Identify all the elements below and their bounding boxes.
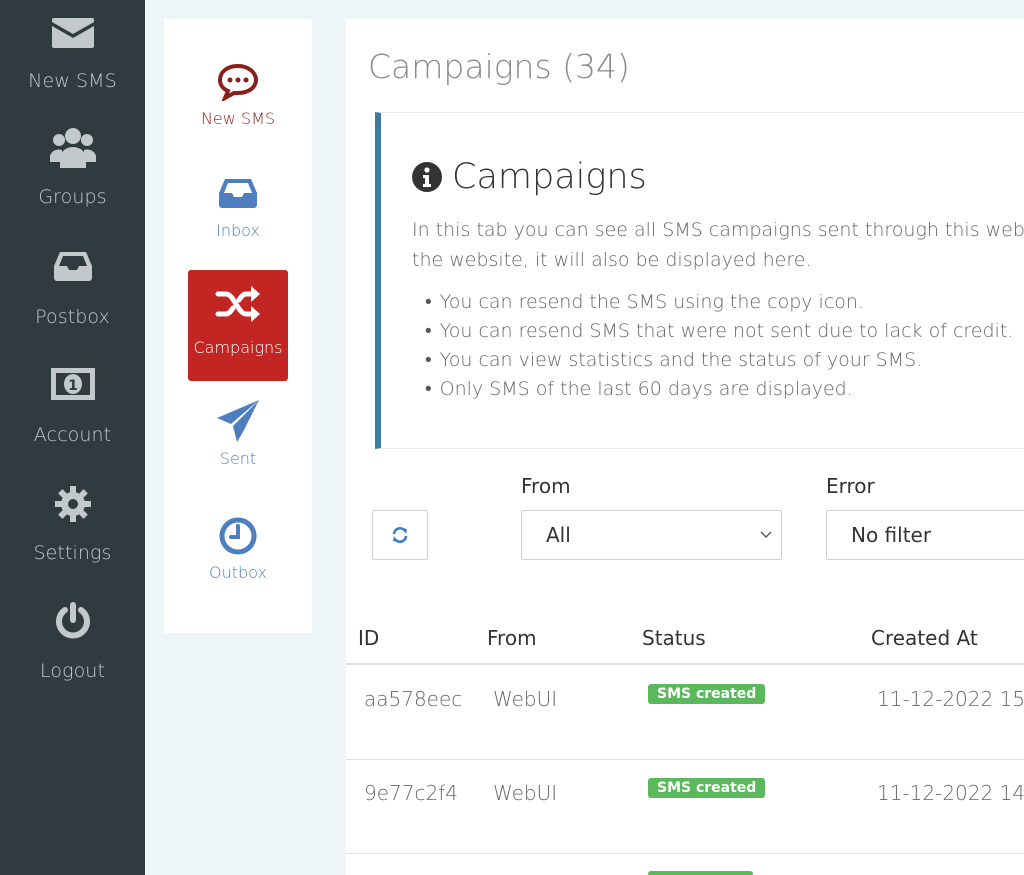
envelope-icon — [51, 18, 94, 48]
chevron-down-icon — [760, 531, 772, 538]
from-filter-value: All — [546, 523, 571, 547]
cell-id: 9e77c2f4 — [364, 781, 458, 805]
subnav-item-label: New SMS — [200, 109, 276, 128]
subnav-item-label: Inbox — [216, 221, 260, 240]
sidebar-item-settings[interactable]: Settings — [0, 486, 145, 564]
sidebar-item-label: Logout — [40, 660, 105, 682]
callout-title: Campaigns — [452, 157, 647, 197]
subnav-item-label: Sent — [219, 449, 257, 468]
list-item: You can resend the SMS using the copy ic… — [425, 288, 1013, 317]
cell-from: WebUI — [493, 781, 558, 805]
callout-bullet-list: You can resend the SMS using the copy ic… — [425, 288, 1014, 404]
from-filter-select[interactable]: All — [521, 510, 782, 560]
subnav-item-campaigns[interactable]: Campaigns — [188, 270, 288, 381]
sidebar-item-groups[interactable]: Groups — [0, 126, 145, 208]
messages-subnav: New SMS Inbox Campaigns Sent Outbox — [164, 19, 312, 633]
refresh-icon — [392, 527, 408, 543]
svg-text:1: 1 — [68, 378, 78, 394]
error-filter-label: Error — [826, 474, 875, 498]
list-item: You can view statistics and the status o… — [425, 346, 1013, 375]
column-header-status[interactable]: Status — [642, 626, 706, 650]
row-divider — [346, 759, 1024, 760]
row-divider — [346, 853, 1024, 854]
sidebar-item-label: Postbox — [35, 306, 110, 328]
money-icon: 1 — [50, 368, 95, 400]
campaigns-info-callout: Campaigns In this tab you can see all SM… — [375, 112, 1024, 449]
subnav-item-sent[interactable]: Sent — [188, 399, 288, 468]
page-title: Campaigns (34) — [368, 47, 630, 86]
callout-description-line: the website, it will also be displayed h… — [412, 249, 812, 271]
sidebar-item-logout[interactable]: Logout — [0, 602, 145, 682]
status-badge-partial — [648, 871, 753, 875]
list-item: You can resend SMS that were not sent du… — [425, 317, 1014, 346]
sidebar-item-label: Settings — [33, 542, 112, 564]
callout-heading: Campaigns — [412, 157, 647, 197]
cell-created-at: 11-12-2022 14:4 — [877, 781, 1024, 805]
sidebar-item-label: Groups — [38, 186, 107, 208]
callout-description: In this tab you can see all SMS campaign… — [412, 215, 1024, 275]
cell-id: aa578eec — [364, 687, 463, 711]
from-filter-label: From — [521, 474, 571, 498]
cell-from: WebUI — [493, 687, 558, 711]
error-filter-value: No filter — [851, 523, 932, 547]
gear-icon — [54, 486, 91, 522]
list-item: Only SMS of the last 60 days are display… — [425, 375, 1013, 404]
refresh-button[interactable] — [372, 510, 428, 560]
inbox-icon — [53, 252, 92, 281]
sidebar-item-new-sms[interactable]: New SMS — [0, 14, 145, 92]
inbox-icon — [219, 179, 257, 208]
clock-icon — [219, 517, 257, 555]
shuffle-icon — [215, 286, 260, 322]
column-header-id[interactable]: ID — [358, 626, 379, 650]
users-icon — [49, 128, 96, 168]
paper-plane-icon — [217, 400, 259, 442]
error-filter-select[interactable]: No filter — [826, 510, 1024, 560]
subnav-item-label: Outbox — [209, 563, 267, 582]
subnav-item-new-sms[interactable]: New SMS — [188, 63, 288, 128]
main-sidebar: New SMS Groups Postbox 1 Account Setting… — [0, 0, 145, 875]
info-circle-icon — [412, 162, 442, 192]
subnav-item-label: Campaigns — [193, 338, 283, 357]
power-icon — [55, 602, 90, 639]
sidebar-item-postbox[interactable]: Postbox — [0, 250, 145, 328]
callout-description-line: In this tab you can see all SMS campaign… — [412, 219, 1024, 241]
subnav-item-inbox[interactable]: Inbox — [188, 177, 288, 240]
cell-created-at: 11-12-2022 15:0 — [877, 687, 1024, 711]
column-header-created-at[interactable]: Created At — [871, 626, 978, 650]
status-badge: SMS created — [648, 778, 766, 798]
sidebar-item-account[interactable]: 1 Account — [0, 368, 145, 446]
status-badge: SMS created — [648, 684, 766, 704]
column-header-from[interactable]: From — [487, 626, 537, 650]
sidebar-item-label: Account — [33, 424, 112, 446]
table-header-divider — [346, 663, 1024, 665]
campaigns-panel: Campaigns (34) Campaigns In this tab you… — [346, 19, 1024, 875]
chat-bubble-icon — [217, 63, 259, 101]
sidebar-item-label: New SMS — [28, 70, 117, 92]
subnav-item-outbox[interactable]: Outbox — [188, 517, 288, 582]
